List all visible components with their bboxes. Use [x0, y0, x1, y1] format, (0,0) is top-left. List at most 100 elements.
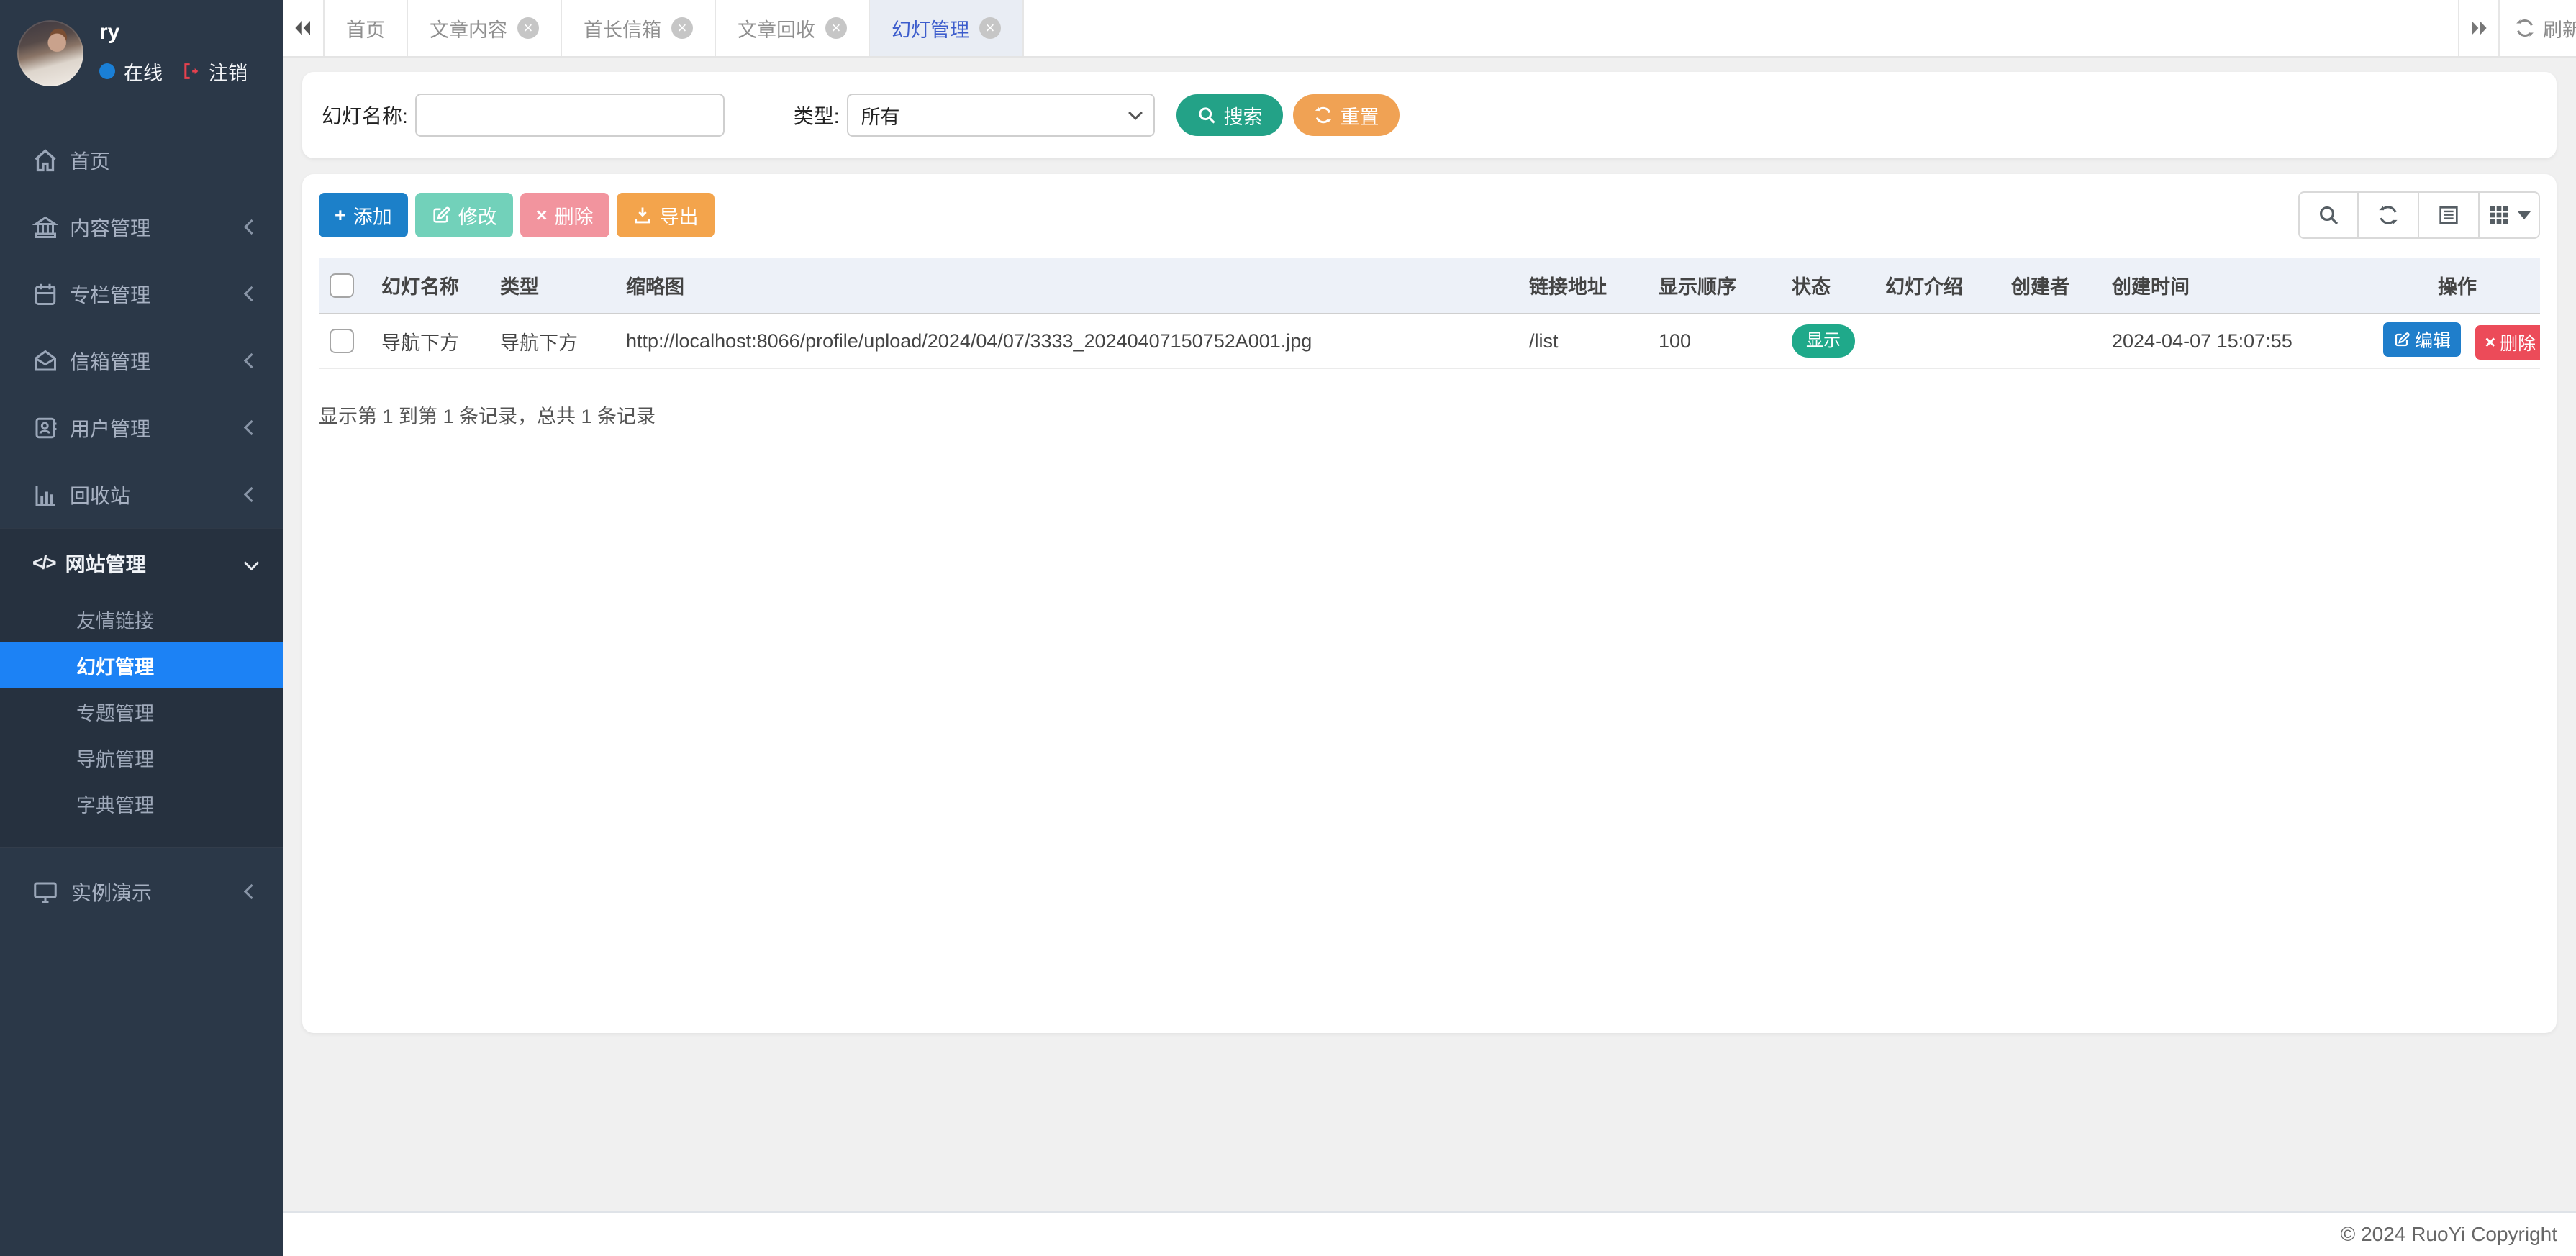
sidebar-item-columns[interactable]: 专栏管理 — [0, 260, 283, 327]
double-chevron-left-icon — [292, 17, 314, 39]
status-badge[interactable]: 显示 — [1792, 324, 1855, 358]
chevron-down-icon — [1128, 106, 1143, 120]
sidebar-menu: 首页 内容管理 专栏管理 信箱管理 — [0, 127, 283, 528]
edit-icon — [2393, 331, 2411, 348]
sidebar-subitem-links[interactable]: 友情链接 — [0, 596, 283, 642]
chevron-left-icon — [244, 286, 259, 301]
edit-icon — [431, 205, 451, 225]
add-button[interactable]: + 添加 — [319, 193, 408, 237]
cell-type: 导航下方 — [489, 314, 615, 368]
column-header-creator[interactable]: 创建者 — [2000, 258, 2101, 314]
slide-name-label: 幻灯名称: — [322, 101, 408, 129]
type-label: 类型: — [794, 101, 840, 129]
chevron-left-icon — [244, 884, 259, 899]
tab-chief-mailbox[interactable]: 首长信箱 × — [562, 0, 716, 56]
sidebar-item-label: 用户管理 — [70, 414, 246, 442]
row-edit-button[interactable]: 编辑 — [2383, 322, 2461, 357]
sidebar-item-mailbox[interactable]: 信箱管理 — [0, 327, 283, 394]
double-chevron-right-icon — [2468, 17, 2490, 39]
code-icon: </> — [32, 552, 55, 574]
tab-close-icon[interactable]: × — [825, 17, 847, 39]
chevron-left-icon — [244, 353, 259, 368]
tab-home[interactable]: 首页 — [325, 0, 408, 56]
select-all-checkbox[interactable] — [330, 273, 354, 298]
row-checkbox[interactable] — [330, 329, 354, 353]
tabs-scroll-left-button[interactable] — [283, 0, 325, 56]
column-header-created[interactable]: 创建时间 — [2101, 258, 2375, 314]
chevron-left-icon — [244, 487, 259, 502]
tab-close-icon[interactable]: × — [517, 17, 539, 39]
home-icon — [32, 147, 58, 173]
sidebar-subitem-nav[interactable]: 导航管理 — [0, 734, 283, 781]
sidebar-subitem-dict[interactable]: 字典管理 — [0, 781, 283, 827]
refresh-icon — [2377, 204, 2400, 227]
plus-icon: + — [335, 204, 346, 227]
cell-intro — [1874, 314, 2000, 368]
delete-button[interactable]: × 删除 — [520, 193, 609, 237]
sidebar-item-recycle[interactable]: 回收站 — [0, 461, 283, 528]
sidebar-subitem-topics[interactable]: 专题管理 — [0, 688, 283, 734]
tab-close-icon[interactable]: × — [671, 17, 693, 39]
column-header-actions: 操作 — [2375, 258, 2540, 314]
search-panel: 幻灯名称: 类型: 所有 搜索 重置 — [302, 72, 2557, 158]
sidebar-item-home[interactable]: 首页 — [0, 127, 283, 194]
export-button[interactable]: 导出 — [617, 193, 715, 237]
column-header-status[interactable]: 状态 — [1781, 258, 1874, 314]
toggle-search-button[interactable] — [2298, 191, 2359, 239]
tabs-scroll-right-button[interactable] — [2458, 0, 2500, 56]
user-status-row: 在线 注销 — [99, 58, 248, 86]
column-header-order[interactable]: 显示顺序 — [1648, 258, 1781, 314]
export-button-label: 导出 — [660, 201, 699, 229]
x-icon: × — [2485, 332, 2496, 353]
sidebar-item-label: 实例演示 — [71, 878, 246, 906]
sidebar-item-website[interactable]: </> 网站管理 — [0, 529, 283, 596]
tab-label: 首页 — [346, 14, 385, 42]
column-header-name[interactable]: 幻灯名称 — [371, 258, 489, 314]
logout-button[interactable]: 注销 — [181, 58, 248, 86]
row-delete-button[interactable]: × 删除 — [2475, 325, 2540, 360]
tab-article-content[interactable]: 文章内容 × — [408, 0, 562, 56]
cell-name: 导航下方 — [371, 314, 489, 368]
tab-label: 幻灯管理 — [892, 14, 969, 42]
cell-status: 显示 — [1781, 314, 1874, 368]
table-row: 导航下方 导航下方 http://localhost:8066/profile/… — [319, 314, 2540, 368]
column-header-intro[interactable]: 幻灯介绍 — [1874, 258, 2000, 314]
row-select-cell — [319, 314, 371, 368]
column-header-thumbnail[interactable]: 缩略图 — [615, 258, 1518, 314]
edit-button-label: 修改 — [458, 201, 497, 229]
user-avatar[interactable] — [17, 20, 83, 86]
toggle-detail-view-button[interactable] — [2419, 191, 2480, 239]
caret-down-icon — [2518, 211, 2531, 219]
table-toolbar: + 添加 修改 × 删除 — [319, 191, 2540, 239]
tab-close-icon[interactable]: × — [979, 17, 1001, 39]
list-view-icon — [2437, 204, 2460, 227]
type-select[interactable]: 所有 — [847, 94, 1155, 137]
bank-icon — [32, 214, 58, 240]
download-icon — [632, 205, 653, 225]
edit-button[interactable]: 修改 — [415, 193, 513, 237]
tab-slide-management[interactable]: 幻灯管理 × — [870, 0, 1024, 56]
sidebar-subitem-slides[interactable]: 幻灯管理 — [0, 642, 283, 688]
sidebar-item-content[interactable]: 内容管理 — [0, 194, 283, 260]
table-panel: + 添加 修改 × 删除 — [302, 174, 2557, 1033]
sidebar-item-demo[interactable]: 实例演示 — [0, 858, 283, 925]
sidebar-item-label: 网站管理 — [65, 549, 246, 578]
refresh-table-button[interactable] — [2359, 191, 2419, 239]
column-header-link[interactable]: 链接地址 — [1518, 258, 1648, 314]
cell-thumbnail-url: http://localhost:8066/profile/upload/202… — [615, 314, 1518, 368]
column-header-type[interactable]: 类型 — [489, 258, 615, 314]
sidebar-item-users[interactable]: 用户管理 — [0, 394, 283, 461]
columns-button[interactable] — [2480, 191, 2540, 239]
cell-actions: 编辑 × 删除 — [2375, 314, 2540, 368]
reset-button[interactable]: 重置 — [1293, 94, 1400, 136]
refresh-label: 刷新 — [2543, 14, 2576, 42]
type-select-value: 所有 — [861, 101, 1130, 129]
slide-name-input[interactable] — [415, 94, 725, 137]
user-name: ry — [99, 22, 248, 43]
bar-chart-icon — [32, 482, 58, 508]
tab-article-recycle[interactable]: 文章回收 × — [716, 0, 870, 56]
search-button[interactable]: 搜索 — [1176, 94, 1283, 136]
tab-label: 首长信箱 — [584, 14, 661, 42]
tab-bar: 首页 文章内容 × 首长信箱 × 文章回收 × 幻灯管理 × — [283, 0, 2576, 58]
refresh-tab-button[interactable]: 刷新 — [2500, 0, 2576, 56]
